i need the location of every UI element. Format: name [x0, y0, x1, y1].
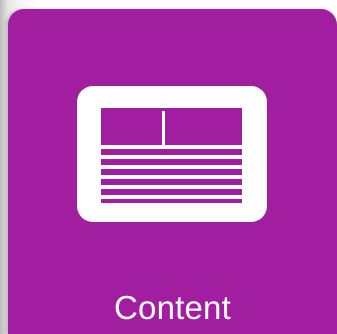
content-tile-button[interactable]: Content — [8, 9, 337, 334]
page: Content — [0, 0, 337, 334]
content-layout-icon — [77, 86, 267, 222]
tile-label: Content — [114, 289, 231, 326]
